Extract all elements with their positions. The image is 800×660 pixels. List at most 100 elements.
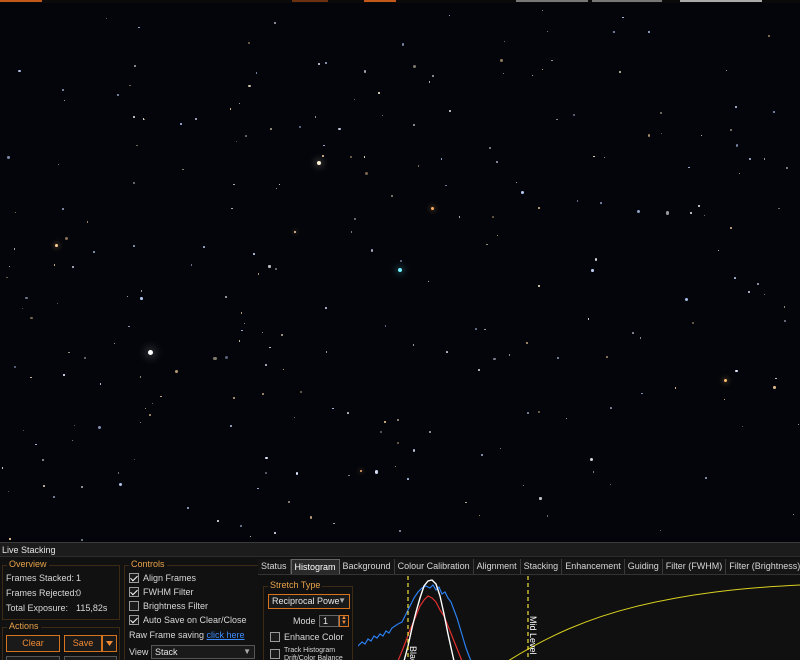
tab-filter-fwhm[interactable]: Filter (FWHM) <box>663 559 727 574</box>
secondary-action-button-2[interactable] <box>64 656 117 660</box>
save-dropdown-button[interactable] <box>102 635 117 652</box>
star <box>324 61 327 64</box>
star <box>240 312 242 314</box>
star <box>24 296 28 300</box>
star <box>332 407 334 410</box>
stacked-image-view[interactable] <box>0 3 800 542</box>
view-select-value: Stack <box>155 647 178 657</box>
star <box>136 144 139 147</box>
auto-save-option[interactable]: Auto Save on Clear/Close <box>129 614 247 626</box>
star <box>273 532 276 535</box>
star <box>9 538 11 540</box>
star <box>407 478 409 480</box>
histogram-plot[interactable]: Black Mid Level <box>358 576 800 660</box>
actions-group: Actions Clear Save <box>2 621 120 660</box>
star <box>595 258 598 261</box>
mode-spinner-input[interactable]: 1 <box>319 615 339 627</box>
align-frames-option[interactable]: Align Frames <box>129 572 196 584</box>
star <box>118 472 120 474</box>
star <box>98 425 102 429</box>
star <box>659 529 662 531</box>
star <box>42 458 45 462</box>
star <box>182 168 184 171</box>
secondary-action-button[interactable] <box>6 656 60 660</box>
stretch-type-select[interactable]: Reciprocal Powe ▼ <box>268 594 350 609</box>
clear-button[interactable]: Clear <box>6 635 60 652</box>
star <box>748 291 751 293</box>
enhance-color-option[interactable]: Enhance Color <box>270 631 344 643</box>
star <box>117 94 119 96</box>
star <box>481 454 484 457</box>
star <box>287 500 291 503</box>
star <box>30 376 33 379</box>
chevron-down-icon[interactable]: ▼ <box>340 620 348 626</box>
tab-guiding[interactable]: Guiding <box>625 559 663 574</box>
view-label: View <box>129 647 149 657</box>
tab-status[interactable]: Status <box>258 559 291 574</box>
brightness-filter-checkbox[interactable] <box>129 601 139 611</box>
align-frames-checkbox[interactable] <box>129 573 139 583</box>
star <box>224 355 229 360</box>
star <box>773 110 776 113</box>
toolbar-edge-mark <box>516 0 588 2</box>
tab-enhancement[interactable]: Enhancement <box>562 559 625 574</box>
star <box>314 116 316 118</box>
star <box>282 368 284 370</box>
chevron-down-icon: ▼ <box>338 596 346 605</box>
star <box>322 155 325 158</box>
star <box>674 387 676 389</box>
star <box>268 265 271 268</box>
star <box>531 75 534 77</box>
star <box>665 211 670 215</box>
overview-title: Overview <box>7 559 49 569</box>
star <box>323 144 325 147</box>
save-button[interactable]: Save <box>64 635 102 652</box>
fwhm-filter-checkbox[interactable] <box>129 587 139 597</box>
track-histogram-option[interactable]: Track Histogram Drift/Color Balance <box>270 647 348 660</box>
star <box>8 490 10 492</box>
star <box>86 221 89 223</box>
stretch-type-value: Reciprocal Powe <box>272 596 340 606</box>
star <box>412 124 415 127</box>
star <box>428 81 431 84</box>
fwhm-filter-label: FWHM Filter <box>143 587 194 597</box>
tab-histogram[interactable]: Histogram <box>290 559 340 574</box>
tab-filter-brightness[interactable]: Filter (Brightness) <box>726 559 800 574</box>
settings-tabs: Status Histogram Background Colour Calibrat… <box>258 559 800 575</box>
star <box>350 156 353 159</box>
star <box>5 276 8 279</box>
tab-background[interactable]: Background <box>340 559 395 574</box>
tab-alignment[interactable]: Alignment <box>474 559 521 574</box>
brightness-filter-option[interactable]: Brightness Filter <box>129 600 208 612</box>
star <box>350 231 352 233</box>
overview-group: Overview Frames Stacked: 1 Frames Reject… <box>2 559 120 620</box>
auto-save-checkbox[interactable] <box>129 615 139 625</box>
star <box>53 263 56 266</box>
star <box>190 263 193 266</box>
star <box>489 147 491 150</box>
track-histogram-checkbox[interactable] <box>270 649 280 659</box>
star <box>768 35 770 37</box>
star <box>275 188 277 190</box>
tab-stacking[interactable]: Stacking <box>521 559 563 574</box>
view-select[interactable]: Stack ▼ <box>151 645 255 659</box>
tab-colour-calibration[interactable]: Colour Calibration <box>395 559 474 574</box>
frames-stacked-value: 1 <box>76 573 82 583</box>
star <box>542 68 544 70</box>
bright-star <box>54 243 58 247</box>
star <box>484 329 486 331</box>
star <box>81 538 84 542</box>
fwhm-filter-option[interactable]: FWHM Filter <box>129 586 194 598</box>
star <box>440 158 442 160</box>
star <box>53 495 56 498</box>
frames-rejected-value: 0 <box>76 588 82 598</box>
mode-spinner-buttons[interactable]: ▲ ▼ <box>339 615 349 627</box>
track-histogram-label: Track Histogram Drift/Color Balance <box>284 647 343 660</box>
raw-frame-link[interactable]: click here <box>207 630 245 640</box>
star <box>179 123 182 126</box>
star <box>245 135 247 138</box>
enhance-color-checkbox[interactable] <box>270 632 280 642</box>
star <box>590 269 594 272</box>
star <box>353 218 356 221</box>
star <box>592 471 595 473</box>
